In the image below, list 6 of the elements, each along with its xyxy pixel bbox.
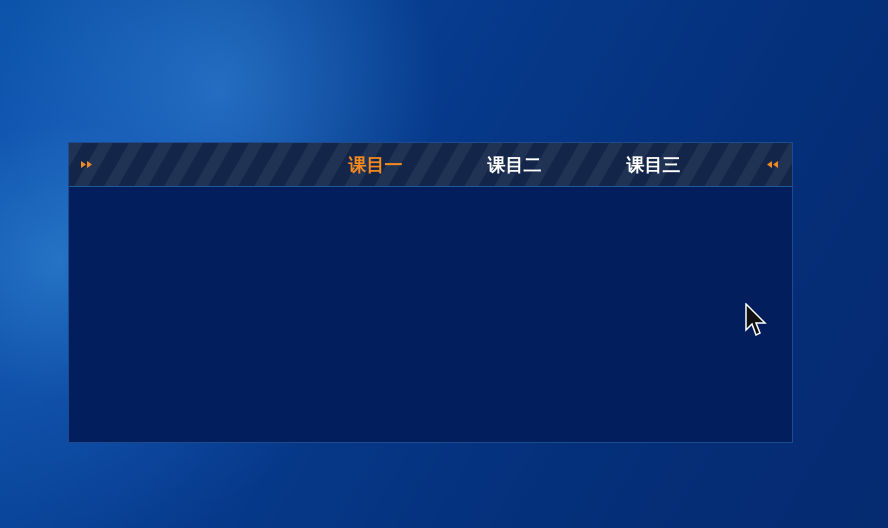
double-arrow-left-icon	[767, 161, 778, 168]
tab[interactable]: 课目二	[445, 144, 584, 184]
tab[interactable]: 课目一	[306, 144, 445, 184]
double-arrow-right-icon	[81, 161, 92, 168]
mouse-pointer-icon	[745, 303, 767, 337]
tab[interactable]: 课目三	[584, 144, 723, 184]
